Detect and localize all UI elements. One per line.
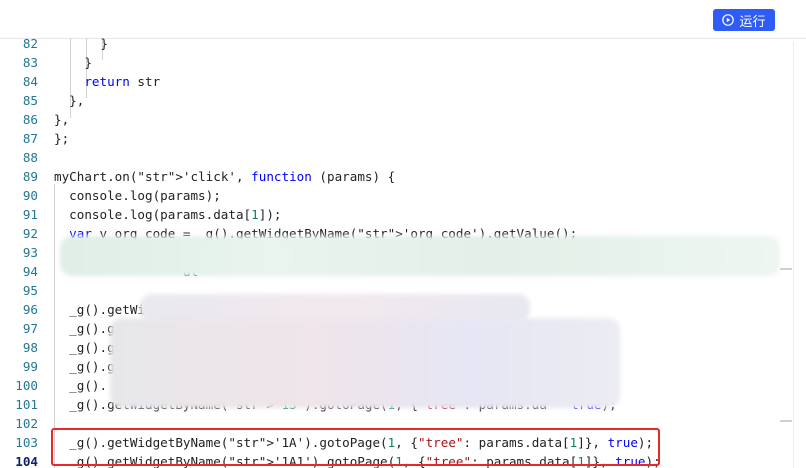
line-number: 95 — [22, 283, 38, 298]
code-text: _g(). — [54, 378, 108, 393]
scroll-marker — [780, 268, 792, 270]
play-circle-icon — [722, 14, 735, 26]
line-number: 96 — [22, 302, 38, 317]
vertical-scrollbar[interactable] — [793, 42, 794, 468]
redacted-region — [110, 318, 620, 408]
code-text: _g().getWi — [54, 302, 145, 317]
code-text: } — [70, 38, 108, 51]
line-number: 103 — [15, 435, 38, 450]
code-line[interactable]: 86}, — [0, 110, 780, 129]
line-number: 82 — [22, 38, 38, 51]
code-line[interactable]: 84 return str — [0, 72, 780, 91]
line-number: 101 — [15, 397, 38, 412]
code-text: _g().g — [54, 359, 115, 374]
code-line[interactable]: 87}; — [0, 129, 780, 148]
line-number: 99 — [22, 359, 38, 374]
code-text: console.log(params); — [54, 188, 221, 203]
line-number: 93 — [22, 245, 38, 260]
run-button[interactable]: 运行 — [713, 9, 775, 31]
code-text: myChart.on("str">'click', function (para… — [54, 169, 396, 184]
annotation-highlight-box — [51, 428, 660, 466]
line-number: 104 — [15, 454, 38, 468]
line-number: 91 — [22, 207, 38, 222]
code-text: }, — [54, 93, 85, 108]
line-number: 89 — [22, 169, 38, 184]
editor-toolbar: 运行 — [0, 0, 806, 39]
run-button-label: 运行 — [739, 14, 766, 30]
line-number: 102 — [15, 416, 38, 431]
code-line[interactable]: 89 myChart.on("str">'click', function (pa… — [0, 167, 780, 186]
line-number: 83 — [22, 55, 38, 70]
redacted-region — [60, 236, 780, 276]
code-line[interactable]: 90 console.log(params); — [0, 186, 780, 205]
code-text: return str — [84, 74, 161, 89]
code-line[interactable]: 85 }, — [0, 91, 780, 110]
code-text: console.log(params.data[1]); — [54, 207, 282, 222]
line-number: 86 — [22, 112, 38, 127]
line-number: 90 — [22, 188, 38, 203]
code-line[interactable]: 88 — [0, 148, 780, 167]
line-number: 87 — [22, 131, 38, 146]
code-line[interactable]: 91 console.log(params.data[1]); — [0, 205, 780, 224]
line-number: 88 — [22, 150, 38, 165]
code-text: } — [54, 55, 92, 70]
code-line[interactable]: 82 } — [0, 38, 780, 53]
line-number: 84 — [22, 74, 38, 89]
code-line[interactable]: 83 } — [0, 53, 780, 72]
line-number: 92 — [22, 226, 38, 241]
line-number: 100 — [15, 378, 38, 393]
scroll-marker — [780, 420, 792, 422]
line-number: 97 — [22, 321, 38, 336]
line-number: 94 — [22, 264, 38, 279]
code-text: }; — [54, 131, 70, 146]
line-number: 98 — [22, 340, 38, 355]
line-number: 85 — [22, 93, 38, 108]
code-text: }, — [54, 112, 70, 127]
